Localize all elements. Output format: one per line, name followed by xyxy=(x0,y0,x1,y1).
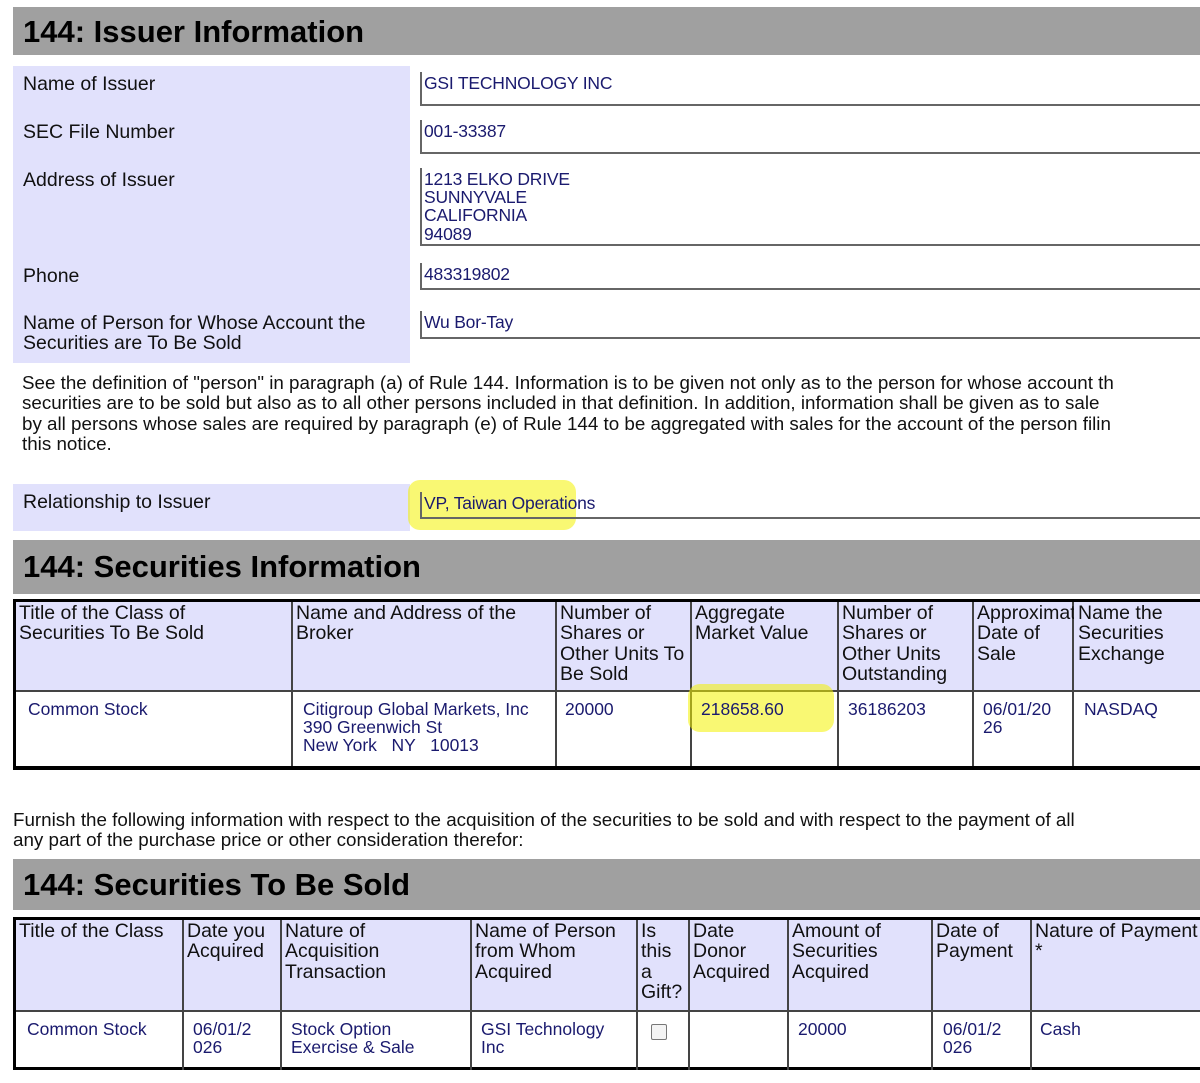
table-cell-date-of-payment: 06/01/2 026 xyxy=(933,1012,1032,1070)
issuer-section-title: 144: Issuer Information xyxy=(23,14,365,49)
person-definition-note: See the definition of "person" in paragr… xyxy=(22,372,1114,454)
table-cell-units-to-be-sold: 20000 xyxy=(557,692,692,766)
column-header-acquired-from: Name of Person from Whom Acquired xyxy=(472,920,638,1010)
relationship-label: Relationship to Issuer xyxy=(13,484,410,531)
securities-to-be-sold-header: 144: Securities To Be Sold xyxy=(13,859,1200,910)
column-header-title-of-class: Title of the Class xyxy=(16,920,184,1010)
table-cell-acquired-from: GSI Technology Inc xyxy=(472,1012,638,1070)
table-cell-class: Common Stock xyxy=(16,692,293,766)
sec-file-number-label: SEC File Number xyxy=(13,114,410,162)
table-cell-amount-acquired: 20000 xyxy=(789,1012,933,1070)
table-cell-nature-of-payment: Cash xyxy=(1040,1019,1081,1039)
table-cell-date-of-sale: 06/01/20 26 xyxy=(974,692,1074,766)
securities-info-header: 144: Securities Information xyxy=(13,540,1200,594)
table-cell-nature-of-acquisition: Stock Option Exercise & Sale xyxy=(282,1012,472,1070)
column-header-broker: Name and Address of the Broker xyxy=(293,602,557,690)
table-cell-class: Common Stock xyxy=(16,1012,184,1070)
table-cell-date-acquired: 06/01/2 026 xyxy=(184,1012,282,1070)
table-cell-exchange: NASDAQ xyxy=(1084,699,1158,719)
column-header-is-gift: Is this a Gift? xyxy=(638,920,690,1010)
issuer-name-field[interactable]: GSI TECHNOLOGY INC xyxy=(420,72,1200,106)
securities-to-be-sold-table: Title of the Class Date you Acquired Nat… xyxy=(13,917,1200,1070)
column-header-aggregate-market-value: Aggregate Market Value xyxy=(692,602,839,690)
column-header-date-of-sale: Approximate Date of Sale xyxy=(974,602,1086,690)
gift-checkbox[interactable] xyxy=(651,1024,667,1040)
column-header-title-of-class: Title of the Class of Securities To Be S… xyxy=(16,602,293,690)
column-header-nature-of-acquisition: Nature of Acquisition Transaction xyxy=(282,920,472,1010)
column-header-date-acquired: Date you Acquired xyxy=(184,920,282,1010)
phone-field[interactable]: 483319802 xyxy=(420,263,1200,290)
table-cell-units-outstanding: 36186203 xyxy=(839,692,974,766)
column-header-date-donor-acquired: Date Donor Acquired xyxy=(690,920,789,1010)
issuer-address-field[interactable]: 1213 ELKO DRIVE SUNNYVALE CALIFORNIA 940… xyxy=(420,168,1200,246)
issuer-name-label: Name of Issuer xyxy=(13,66,410,114)
issuer-section-header: 144: Issuer Information xyxy=(13,7,1200,55)
securities-info-title: 144: Securities Information xyxy=(23,549,421,584)
sec-file-number-field[interactable]: 001-33387 xyxy=(420,120,1200,154)
column-header-date-of-payment: Date of Payment xyxy=(933,920,1032,1010)
column-header-units-outstanding: Number of Shares or Other Units Outstand… xyxy=(839,602,974,690)
securities-info-table: Title of the Class of Securities To Be S… xyxy=(13,599,1200,770)
acquisition-note: Furnish the following information with r… xyxy=(13,809,1075,851)
securities-to-be-sold-title: 144: Securities To Be Sold xyxy=(23,867,411,902)
table-cell-aggregate-market-value: 218658.60 xyxy=(692,692,839,766)
table-cell-is-gift xyxy=(638,1012,690,1070)
person-name-field[interactable]: Wu Bor-Tay xyxy=(420,311,1200,339)
table-cell-broker: Citigroup Global Markets, Inc 390 Greenw… xyxy=(293,692,557,766)
person-name-label: Name of Person for Whose Account the Sec… xyxy=(13,305,410,363)
issuer-address-label: Address of Issuer xyxy=(13,162,410,258)
relationship-field[interactable]: VP, Taiwan Operations xyxy=(420,492,1200,519)
phone-label: Phone xyxy=(13,258,410,305)
table-cell-date-donor-acquired xyxy=(690,1012,789,1070)
column-header-units-to-be-sold: Number of Shares or Other Units To Be So… xyxy=(557,602,692,690)
column-header-amount-acquired: Amount of Securities Acquired xyxy=(789,920,933,1010)
column-header-exchange: Name the Securities Exchange xyxy=(1074,602,1200,690)
column-header-nature-of-payment: Nature of Payment * xyxy=(1032,920,1200,1010)
